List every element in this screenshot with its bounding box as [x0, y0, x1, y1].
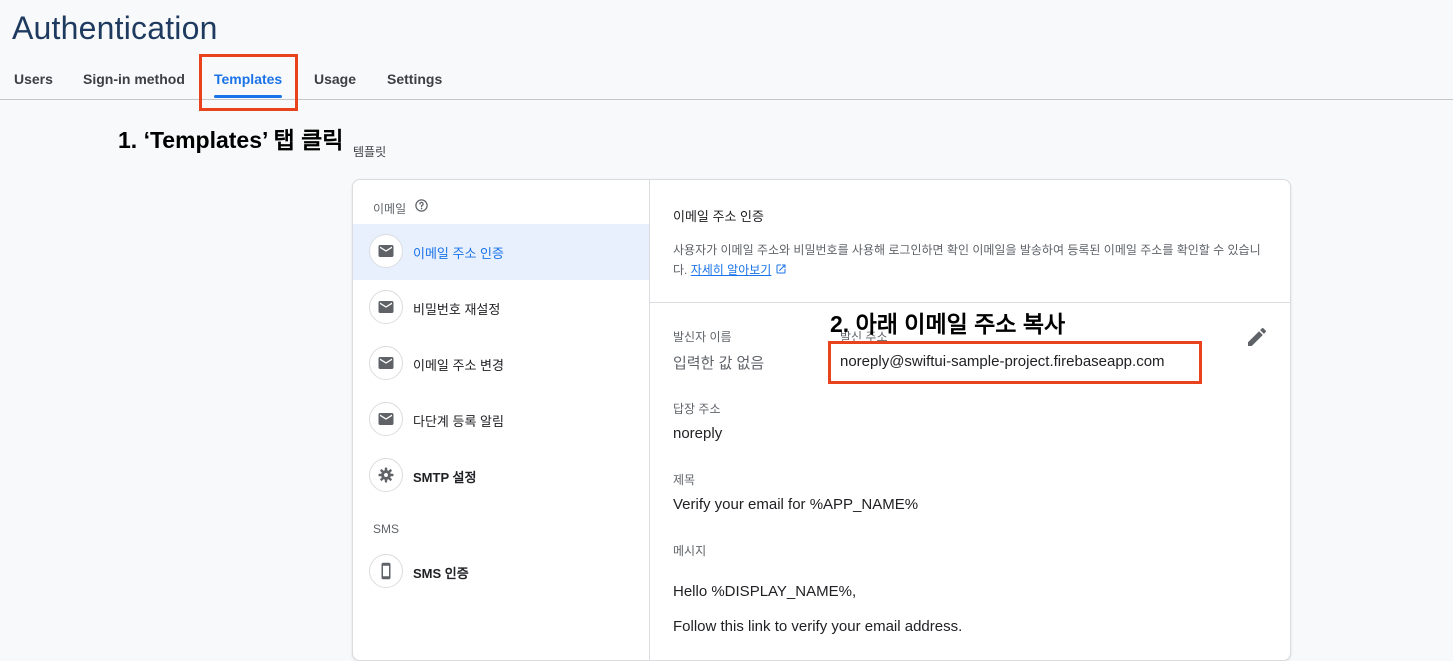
sidebar-item-email-change[interactable]: 이메일 주소 변경: [353, 336, 649, 392]
mail-icon: [369, 290, 403, 324]
template-title: 이메일 주소 인증: [673, 209, 764, 224]
tab-settings[interactable]: Settings: [387, 71, 442, 87]
sidebar-item-label: 이메일 주소 변경: [413, 358, 504, 373]
external-link-icon: [776, 264, 786, 274]
template-sidebar: 이메일 이메일 주소 인증 비밀번호 재설정 이메일 주소 변경 다단계 등록 …: [353, 180, 650, 660]
sidebar-item-email-verification[interactable]: 이메일 주소 인증: [353, 224, 649, 280]
step2-annotation: 2. 아래 이메일 주소 복사: [830, 311, 1066, 337]
sidebar-item-mfa-enrollment[interactable]: 다단계 등록 알림: [353, 392, 649, 448]
subject-label: 제목: [673, 473, 696, 487]
sender-name-value: 입력한 값 없음: [673, 355, 765, 372]
sidebar-item-password-reset[interactable]: 비밀번호 재설정: [353, 280, 649, 336]
phone-icon: [369, 554, 403, 588]
gear-icon: [369, 458, 403, 492]
message-label: 메시지: [673, 544, 707, 558]
mail-icon: [369, 402, 403, 436]
sidebar-item-label: 이메일 주소 인증: [413, 246, 504, 261]
step1-subcaption: 템플릿: [353, 145, 387, 159]
section-divider: [650, 302, 1290, 303]
sidebar-item-sms-verification[interactable]: SMS 인증: [353, 544, 649, 600]
sidebar-item-label: SMTP 설정: [413, 470, 477, 485]
message-line-2: Follow this link to verify your email ad…: [673, 618, 963, 635]
tab-users[interactable]: Users: [14, 71, 53, 87]
sender-name-label: 발신자 이름: [673, 330, 732, 344]
learn-more-link[interactable]: 자세히 알아보기: [691, 263, 772, 277]
templates-card: 이메일 이메일 주소 인증 비밀번호 재설정 이메일 주소 변경 다단계 등록 …: [352, 179, 1291, 661]
template-description: 사용자가 이메일 주소와 비밀번호를 사용해 로그인하면 확인 이메일을 발송하…: [673, 240, 1273, 280]
subject-value: Verify your email for %APP_NAME%: [673, 496, 919, 513]
mail-icon: [369, 346, 403, 380]
step1-annotation: 1. ‘Templates’ 탭 클릭: [118, 127, 344, 153]
sidebar-item-smtp-settings[interactable]: SMTP 설정: [353, 448, 649, 504]
page-title: Authentication: [12, 10, 218, 46]
sidebar-item-label: SMS 인증: [413, 566, 469, 581]
email-section-label: 이메일: [373, 202, 407, 216]
from-address-highlight-box: [828, 341, 1202, 384]
reply-to-label: 답장 주소: [673, 402, 721, 416]
sidebar-item-label: 비밀번호 재설정: [413, 302, 501, 317]
tab-usage[interactable]: Usage: [314, 71, 356, 87]
edit-pencil-icon[interactable]: [1245, 325, 1269, 349]
sms-section-label: SMS: [373, 522, 400, 536]
help-icon[interactable]: [414, 198, 429, 213]
mail-icon: [369, 234, 403, 268]
message-line-1: Hello %DISPLAY_NAME%,: [673, 583, 857, 600]
tab-sign-in-method[interactable]: Sign-in method: [83, 71, 185, 87]
templates-tab-highlight-box: [199, 54, 298, 111]
reply-to-value: noreply: [673, 425, 723, 442]
template-detail: 이메일 주소 인증 사용자가 이메일 주소와 비밀번호를 사용해 로그인하면 확…: [650, 180, 1290, 660]
sidebar-item-label: 다단계 등록 알림: [413, 414, 504, 429]
